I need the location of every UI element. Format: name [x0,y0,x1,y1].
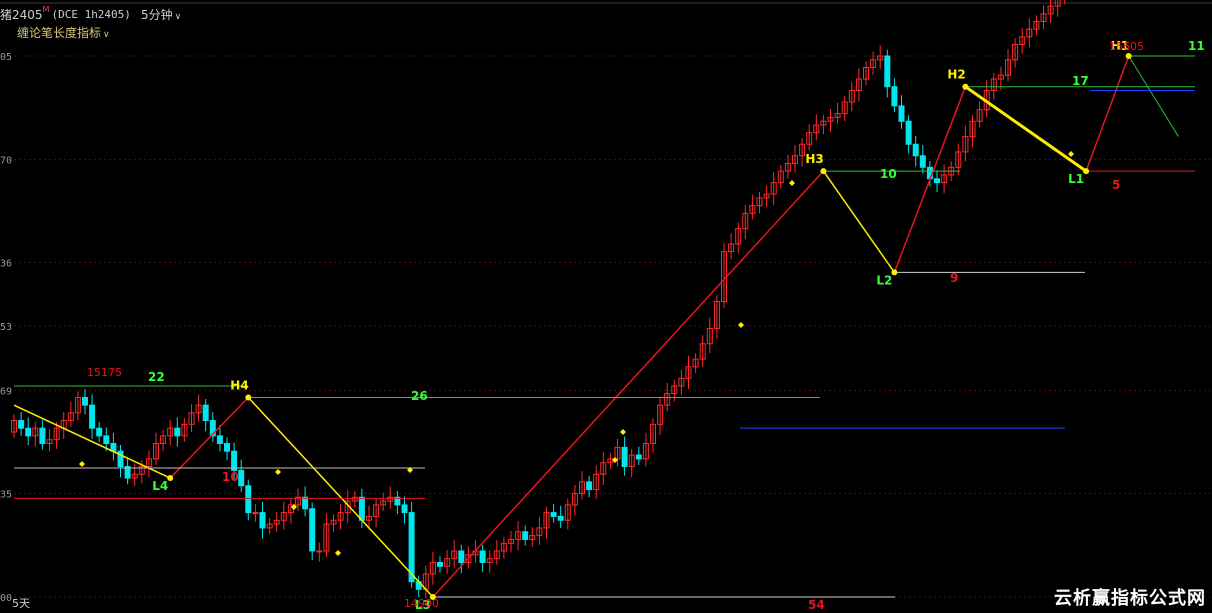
pivot-label: H3 [805,152,823,166]
y-tick-label: 35 [0,489,12,500]
length-label: 9 [950,271,958,285]
length-label: 10 [880,167,897,181]
candle-body [891,86,898,107]
y-tick-label: 00 [0,593,12,604]
candle-body [82,396,88,406]
price-label: 15175 [87,366,122,379]
candle-body [316,550,323,553]
candle-body [216,435,223,445]
length-label: 54 [808,598,825,612]
signal-diamond [738,322,744,328]
length-label: 17 [1072,74,1089,88]
candle-body [103,435,110,445]
candle-body [479,550,486,563]
indicator-label: 缠论笔长度指标 [17,26,102,40]
stroke-line [432,170,824,598]
price-label: 14900 [404,597,439,610]
period-label: 5分钟 [140,7,173,22]
y-tick-label: 69 [0,387,12,398]
symbol-flag: M [42,4,50,14]
watermark: 云析赢指标公式网 [1054,588,1206,609]
candle-body [358,496,365,521]
candle-body [586,481,593,491]
candle-body [905,120,912,145]
pivot-dot [820,168,827,175]
pivot-label: H2 [947,68,965,82]
y-tick-label: 05 [0,52,12,63]
candle-body [252,512,259,515]
candle-body [245,485,252,514]
price-label: 15605 [1109,40,1144,53]
pivot-label: L4 [152,479,168,493]
length-label: 11 [1188,39,1205,53]
stroke-line [822,170,896,273]
length-label: 26 [411,389,428,403]
candle-body [522,531,529,540]
stroke-line [964,85,1087,173]
candle-body [884,55,891,88]
candle-body [401,504,408,514]
length-label: 22 [148,370,165,384]
candle-body [635,454,642,460]
chevron-down-icon: ∨ [174,11,182,22]
candle-body [919,155,926,168]
chart-header: 猪2405 M (DCE 1h2405) 5分钟 ∨ [0,5,181,23]
pivot-dot [962,83,969,90]
signal-diamond [79,461,85,467]
candle-body [309,508,316,552]
period-selector[interactable]: 5分钟 ∨ [141,6,181,23]
pivot-label: H4 [230,378,248,392]
candle-body [302,496,309,510]
length-label: 10 [222,470,239,484]
signal-diamond [1068,151,1074,157]
candle-body [96,427,103,437]
candle-body [621,446,628,468]
stroke-line [1085,55,1130,172]
candle-body [231,450,238,471]
candle-body [437,561,443,567]
signal-diamond [789,180,795,186]
pivot-label: L1 [1068,172,1084,186]
chevron-down-icon: ∨ [103,30,110,40]
pivot-dot [245,394,252,401]
candlestick-chart[interactable]: 05703653693500H4L4L3H3L2H2L1H11517514900… [0,0,1212,613]
signal-diamond [620,429,626,435]
signal-diamond [275,469,281,475]
pivot-label: L2 [876,273,892,287]
candle-body [224,443,230,452]
stroke-line [893,86,967,273]
candle-body [238,469,245,487]
stroke-line [1128,55,1179,137]
days-label: 5天 [12,597,30,610]
stroke-line [247,396,434,598]
indicator-selector[interactable]: 缠论笔长度指标 ∨ [17,24,110,41]
candle-body [25,427,32,437]
candle-body [557,515,564,521]
symbol-code: (DCE 1h2405) [51,7,131,21]
signal-diamond [335,550,341,556]
candle-body [898,105,905,122]
symbol-name: 猪2405 [0,7,43,22]
candle-body [458,550,465,563]
candle-body [18,420,25,429]
candle-body [912,143,919,157]
y-tick-label: 70 [0,156,12,167]
y-tick-label: 36 [0,258,12,269]
candle-body [174,427,181,437]
candle-body [202,404,209,422]
candle-body [934,178,940,184]
length-label: 5 [1112,178,1120,192]
candle-body [259,512,266,529]
candle-body [89,404,96,429]
candle-body [550,512,557,517]
candle-body [39,427,46,445]
y-tick-label: 53 [0,322,12,333]
pivot-dot [1125,53,1132,59]
